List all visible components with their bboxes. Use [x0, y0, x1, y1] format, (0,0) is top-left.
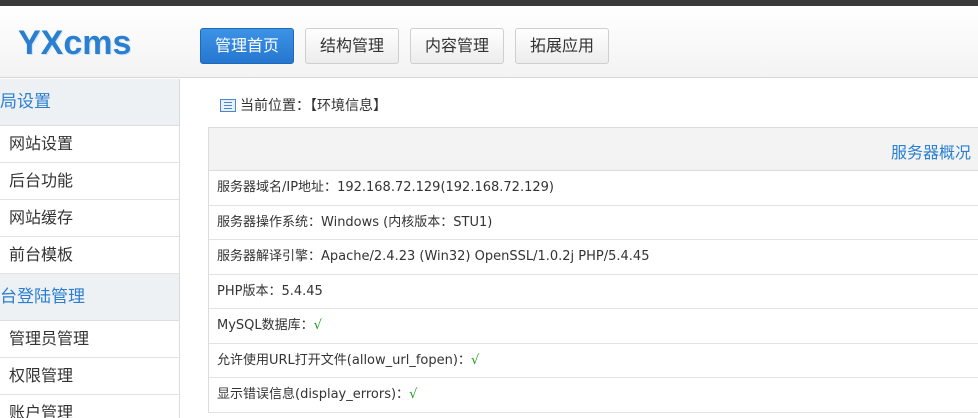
- breadcrumb: 当前位置：【环境信息】: [220, 95, 387, 115]
- info-label: 显示错误信息(display_errors)：: [217, 387, 410, 402]
- nav-structure-button[interactable]: 结构管理: [305, 28, 400, 64]
- sidebar-item-admin-management[interactable]: 管理员管理: [0, 321, 179, 358]
- breadcrumb-text: 当前位置：【环境信息】: [240, 98, 387, 114]
- info-label: 服务器域名/IP地址：: [217, 180, 338, 195]
- info-row-os: 服务器操作系统：Windows (内核版本：STU1): [209, 205, 978, 240]
- info-row-mysql: MySQL数据库：√: [209, 309, 978, 344]
- sidebar-group-login-management[interactable]: 台登陆管理: [0, 274, 179, 321]
- info-label: 允许使用URL打开文件(allow_url_fopen)：: [217, 352, 471, 368]
- info-value: 5.4.45: [281, 283, 323, 299]
- sidebar-item-site-cache[interactable]: 网站缓存: [0, 200, 179, 237]
- info-value: 192.168.72.129(192.168.72.129): [337, 180, 554, 195]
- nav-content-button[interactable]: 内容管理: [410, 28, 505, 64]
- logo[interactable]: YXcms: [18, 24, 131, 63]
- sidebar-item-permission-management[interactable]: 权限管理: [0, 358, 179, 395]
- info-value: Apache/2.4.23 (Win32) OpenSSL/1.0.2j PHP…: [321, 249, 650, 264]
- sidebar-item-backend-features[interactable]: 后台功能: [0, 163, 179, 200]
- main-nav: 管理首页 结构管理 内容管理 拓展应用: [200, 28, 610, 64]
- nav-home-button[interactable]: 管理首页: [200, 28, 295, 64]
- sidebar-item-site-settings[interactable]: 网站设置: [0, 126, 179, 163]
- info-row-engine: 服务器解译引擎：Apache/2.4.23 (Win32) OpenSSL/1.…: [209, 240, 978, 275]
- sidebar-item-account-management[interactable]: 账户管理: [0, 395, 179, 418]
- info-label: PHP版本：: [217, 283, 282, 299]
- header: YXcms 管理首页 结构管理 内容管理 拓展应用: [0, 6, 978, 78]
- panel-header: 服务器概况: [209, 128, 978, 171]
- info-row-allow-url-fopen: 允许使用URL打开文件(allow_url_fopen)：√: [209, 343, 978, 378]
- sidebar-group-settings[interactable]: 局设置: [0, 79, 179, 126]
- nav-extensions-button[interactable]: 拓展应用: [515, 28, 610, 64]
- info-value: Windows (内核版本：STU1): [321, 214, 493, 230]
- sidebar: 局设置 网站设置 后台功能 网站缓存 前台模板 台登陆管理 管理员管理 权限管理…: [0, 79, 180, 418]
- book-icon: [220, 98, 236, 112]
- info-label: MySQL数据库：: [217, 318, 314, 333]
- info-row-php-version: PHP版本：5.4.45: [209, 274, 978, 309]
- panel-title: 服务器概况: [890, 143, 971, 162]
- check-icon: √: [313, 318, 322, 333]
- info-label: 服务器操作系统：: [217, 214, 322, 230]
- check-icon: √: [409, 387, 418, 402]
- sidebar-item-frontend-template[interactable]: 前台模板: [0, 237, 179, 274]
- main-content: 当前位置：【环境信息】 服务器概况 服务器域名/IP地址：192.168.72.…: [208, 79, 978, 418]
- check-icon: √: [470, 352, 480, 368]
- info-label: 服务器解译引擎：: [217, 249, 322, 264]
- info-row-display-errors: 显示错误信息(display_errors)：√: [209, 378, 978, 413]
- info-row-domain-ip: 服务器域名/IP地址：192.168.72.129(192.168.72.129…: [209, 171, 978, 206]
- server-info-panel: 服务器概况 服务器域名/IP地址：192.168.72.129(192.168.…: [208, 127, 978, 413]
